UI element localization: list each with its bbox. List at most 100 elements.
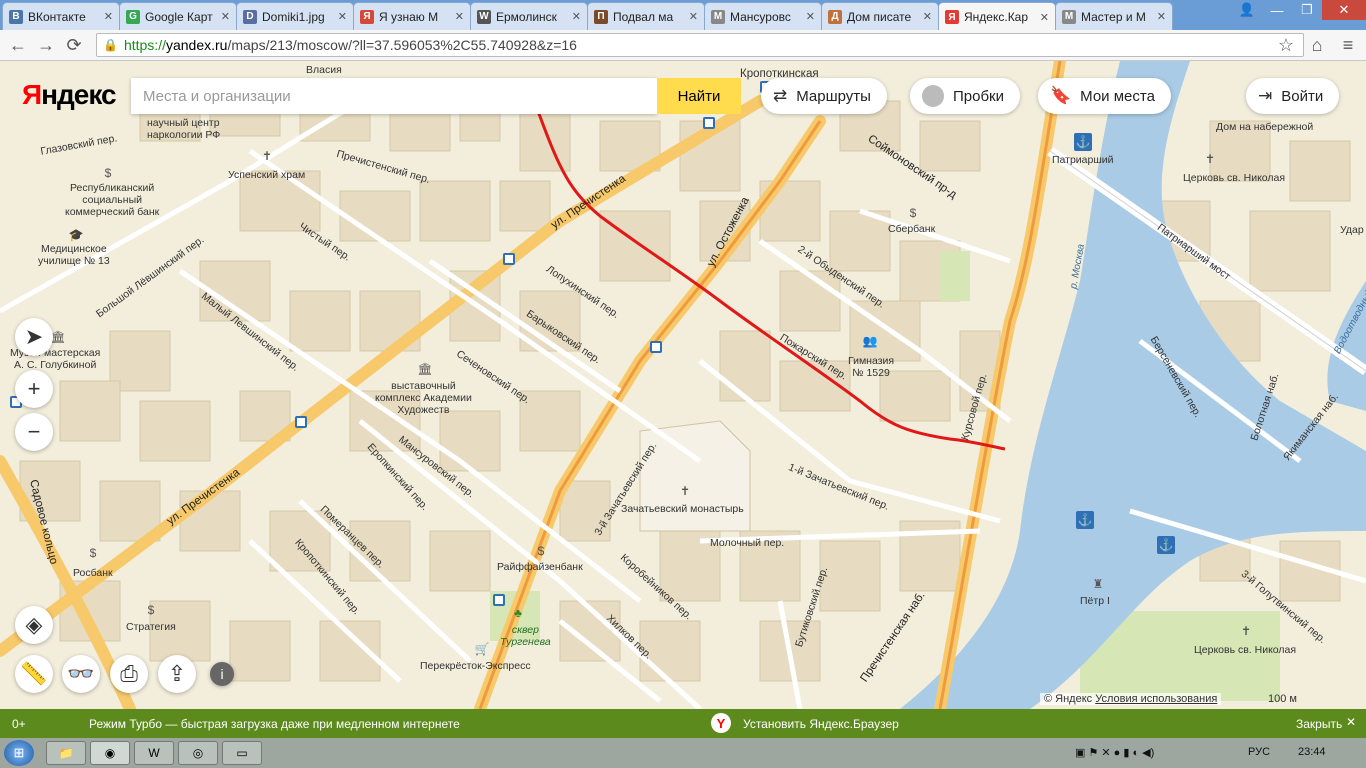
tab-label: Дом писате	[847, 9, 912, 24]
browser-tab[interactable]: М Мастер и М ✕	[1055, 2, 1173, 30]
window-icon[interactable]: ▭	[222, 741, 262, 765]
share-icon[interactable]: ⇪	[158, 655, 196, 693]
favicon-icon: М	[711, 9, 725, 24]
close-tab-icon[interactable]: ✕	[221, 10, 230, 23]
zoom-in-button[interactable]: +	[15, 370, 53, 408]
browser-tab[interactable]: G Google Карт ✕	[119, 2, 237, 30]
metro-icon[interactable]	[703, 117, 715, 129]
minimize-button[interactable]: —	[1262, 0, 1292, 20]
tab-label: Мансуровс	[730, 9, 791, 24]
browser-tab[interactable]: М Мансуровс ✕	[704, 2, 822, 30]
layers-icon[interactable]: ◈	[15, 606, 53, 644]
language-indicator[interactable]: РУС	[1248, 746, 1270, 758]
yandex-logo[interactable]: Яндекс	[22, 79, 117, 111]
zoom-out-button[interactable]: −	[15, 413, 53, 451]
traffic-label: Пробки	[953, 87, 1004, 105]
browser-tab[interactable]: W Ермолинск ✕	[470, 2, 588, 30]
address-bar[interactable]: 🔒 https://yandex.ru/maps/213/moscow/?ll=…	[96, 33, 1304, 57]
bank-icon[interactable]: $	[905, 205, 921, 221]
panorama-icon[interactable]: 👓	[62, 655, 100, 693]
url-path: /maps/213/moscow/?ll=37.596053%2C55.7409…	[227, 37, 577, 53]
map-canvas[interactable]: ул. Пречистенка ул. Пречистенка ул. Осто…	[0, 61, 1366, 709]
school-icon[interactable]: 👥	[862, 333, 878, 349]
reload-button[interactable]: ⟳	[62, 34, 86, 56]
church-icon[interactable]: ✝	[259, 148, 275, 164]
metro-icon[interactable]	[650, 341, 662, 353]
info-icon[interactable]: i	[210, 662, 234, 686]
bank-icon[interactable]: $	[100, 165, 116, 181]
close-tab-icon[interactable]: ✕	[923, 10, 932, 23]
close-tab-icon[interactable]: ✕	[104, 10, 113, 23]
install-browser-link[interactable]: Установить Яндекс.Браузер	[743, 717, 899, 731]
login-label: Войти	[1281, 87, 1324, 105]
close-tab-icon[interactable]: ✕	[338, 10, 347, 23]
bank-icon[interactable]: $	[533, 543, 549, 559]
traffic-button[interactable]: Пробки	[910, 78, 1020, 114]
favicon-icon: П	[594, 9, 608, 24]
start-button[interactable]: ⊞	[4, 740, 34, 766]
close-tab-icon[interactable]: ✕	[806, 10, 815, 23]
bank-icon[interactable]: $	[85, 545, 101, 561]
anchor-icon[interactable]: ⚓	[1076, 511, 1094, 529]
route-icon: ⇄	[773, 86, 788, 105]
browser-tab[interactable]: D Domiki1.jpg ✕	[236, 2, 354, 30]
turbo-message: Режим Турбо — быстрая загрузка даже при …	[89, 717, 460, 731]
shop-icon[interactable]: 🛒	[474, 641, 490, 657]
search-input[interactable]: Места и организации	[131, 78, 657, 114]
app-icon[interactable]: ◎	[178, 741, 218, 765]
close-tab-icon[interactable]: ✕	[1157, 10, 1166, 23]
browser-tab[interactable]: Я Яндекс.Кар ✕	[938, 2, 1056, 31]
metro-icon[interactable]	[493, 594, 505, 606]
street-molochny: Молочный пер.	[710, 537, 785, 549]
bookmark-star-icon[interactable]: ☆	[1274, 34, 1298, 56]
ruler-icon[interactable]: 📏	[15, 655, 53, 693]
menu-icon[interactable]: ≡	[1336, 34, 1360, 56]
turbo-close-link[interactable]: Закрыть	[1296, 717, 1342, 731]
login-icon: ⇥	[1258, 86, 1273, 105]
monument-icon[interactable]: ♜	[1090, 576, 1106, 592]
anchor-icon[interactable]: ⚓	[1074, 133, 1092, 151]
forward-button[interactable]: →	[34, 34, 58, 56]
metro-icon[interactable]	[295, 416, 307, 428]
rosbank-label: Росбанк	[73, 567, 113, 579]
close-tab-icon[interactable]: ✕	[1040, 11, 1049, 24]
maximize-button[interactable]: ❐	[1292, 0, 1322, 20]
find-button[interactable]: Найти	[657, 78, 741, 114]
chrome-icon[interactable]: ◉	[90, 741, 130, 765]
favicon-icon: Д	[828, 9, 842, 24]
close-tab-icon[interactable]: ✕	[572, 10, 581, 23]
narcology-label: научный центр наркологии РФ	[147, 117, 221, 141]
bank-icon[interactable]: $	[143, 602, 159, 618]
my-places-button[interactable]: 🔖 Мои места	[1038, 78, 1171, 114]
favicon-icon: В	[9, 9, 23, 24]
url-scheme: https://	[123, 37, 166, 53]
back-button[interactable]: ←	[6, 34, 30, 56]
terms-link[interactable]: Условия использования	[1095, 693, 1217, 705]
geolocation-icon[interactable]: ➤	[15, 318, 53, 356]
school-icon[interactable]: 🎓	[68, 227, 84, 243]
user-icon[interactable]: 👤	[1232, 0, 1262, 20]
close-tab-icon[interactable]: ✕	[455, 10, 464, 23]
explorer-icon[interactable]: 📁	[46, 741, 86, 765]
church-icon[interactable]: ✝	[677, 483, 693, 499]
metro-icon[interactable]	[503, 253, 515, 265]
browser-tab[interactable]: Д Дом писате ✕	[821, 2, 939, 30]
home-icon[interactable]: ⌂	[1305, 34, 1329, 56]
close-window-button[interactable]: ✕	[1322, 0, 1366, 20]
browser-tab[interactable]: В ВКонтакте ✕	[2, 2, 120, 30]
close-icon[interactable]: ✕	[1346, 715, 1356, 729]
routes-button[interactable]: ⇄ Маршруты	[761, 78, 887, 114]
anchor-icon[interactable]: ⚓	[1157, 536, 1175, 554]
login-button[interactable]: ⇥ Войти	[1246, 78, 1340, 114]
browser-tab[interactable]: П Подвал ма ✕	[587, 2, 705, 30]
museum-icon[interactable]: 🏛	[417, 361, 433, 377]
church-icon[interactable]: ✝	[1202, 151, 1218, 167]
park-icon[interactable]: ♣	[510, 605, 526, 621]
print-icon[interactable]: ⎙	[110, 655, 148, 693]
tray-icons[interactable]: ▣ ⚑ ✕ ● ▮ ◐ ◀)	[1075, 746, 1154, 759]
browser-tab[interactable]: Я Я узнаю М ✕	[353, 2, 471, 30]
clock[interactable]: 23:44	[1298, 746, 1326, 758]
word-icon[interactable]: W	[134, 741, 174, 765]
close-tab-icon[interactable]: ✕	[689, 10, 698, 23]
church-icon[interactable]: ✝	[1238, 623, 1254, 639]
